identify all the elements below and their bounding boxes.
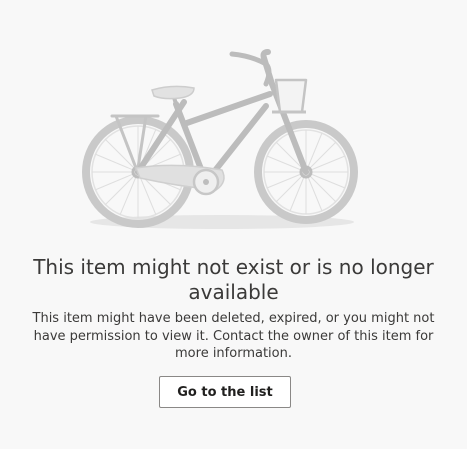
bicycle-seat xyxy=(151,85,195,105)
error-description: This item might have been deleted, expir… xyxy=(32,311,435,361)
go-to-list-button[interactable]: Go to the list xyxy=(159,376,291,408)
bicycle-icon xyxy=(82,49,358,229)
front-basket xyxy=(272,78,308,114)
not-found-page: This item might not exist or is no longe… xyxy=(0,0,467,449)
bicycle-frame xyxy=(135,49,309,185)
page-title: This item might not exist or is no longe… xyxy=(33,255,434,304)
